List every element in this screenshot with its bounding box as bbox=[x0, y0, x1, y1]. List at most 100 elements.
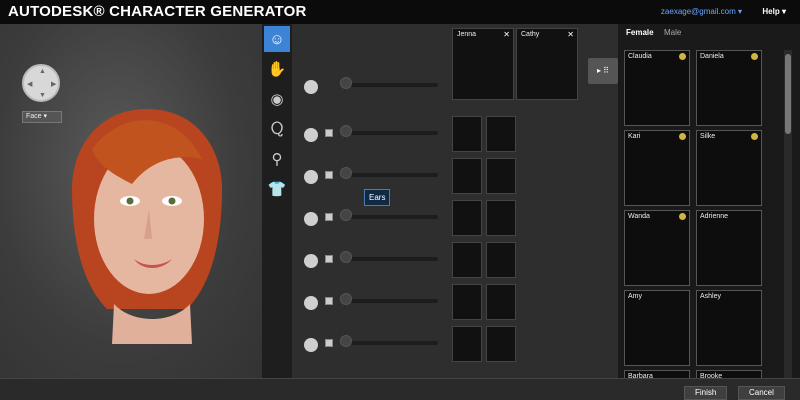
close-icon[interactable]: ✕ bbox=[567, 30, 574, 39]
down-arrow-icon[interactable]: ▼ bbox=[39, 92, 46, 99]
preset-name: Daniela bbox=[700, 53, 724, 60]
thumbnail-slot[interactable] bbox=[452, 242, 482, 278]
slider-track[interactable] bbox=[342, 299, 438, 303]
blend-source-name: Cathy bbox=[521, 31, 540, 38]
preset-card[interactable]: Wanda bbox=[624, 210, 690, 286]
right-arrow-icon[interactable]: ▶ bbox=[51, 80, 56, 88]
thumbnail-slot[interactable] bbox=[452, 116, 482, 152]
checkbox[interactable] bbox=[325, 129, 333, 137]
preset-scrollbar[interactable] bbox=[784, 50, 792, 378]
left-arrow-icon[interactable]: ◀ bbox=[27, 80, 32, 88]
hair-tool[interactable]: Ⴍ bbox=[264, 116, 290, 142]
category-toolbar: ☺ ✋ ◉ Ⴍ ⚲ 👕 bbox=[262, 24, 292, 378]
thumbnail-slot[interactable] bbox=[486, 284, 516, 320]
body-tool[interactable]: ⚲ bbox=[264, 146, 290, 172]
eye-icon: ◉ bbox=[270, 91, 284, 108]
thumbnail-slot[interactable] bbox=[486, 116, 516, 152]
preset-card[interactable]: Kari bbox=[624, 130, 690, 206]
warning-icon bbox=[751, 133, 758, 140]
preset-card[interactable]: Ashley bbox=[696, 290, 762, 366]
warning-icon bbox=[751, 53, 758, 60]
scrollbar-thumb[interactable] bbox=[785, 54, 791, 134]
checkbox[interactable] bbox=[325, 213, 333, 221]
slider-track[interactable] bbox=[342, 83, 438, 87]
slider-knob[interactable] bbox=[340, 77, 352, 89]
character-avatar[interactable] bbox=[52, 99, 242, 349]
slider-track[interactable] bbox=[342, 257, 438, 261]
thumbnail-slot[interactable] bbox=[452, 284, 482, 320]
neck-shape bbox=[112, 304, 192, 344]
eyes-tool[interactable]: ◉ bbox=[264, 86, 290, 112]
account-menu[interactable]: zaexage@gmail.com ▾ bbox=[661, 7, 742, 16]
slider-knob[interactable] bbox=[340, 293, 352, 305]
warning-icon bbox=[679, 133, 686, 140]
face-icon: ☺ bbox=[269, 30, 285, 48]
app-title: AUTODESK® CHARACTER GENERATOR bbox=[8, 3, 307, 20]
clothing-tool[interactable]: 👕 bbox=[264, 176, 290, 202]
slider-row bbox=[292, 68, 618, 110]
warning-icon bbox=[679, 53, 686, 60]
mask-icon bbox=[304, 254, 318, 268]
head-icon bbox=[304, 80, 318, 94]
slider-knob[interactable] bbox=[340, 251, 352, 263]
preset-name: Claudia bbox=[628, 53, 652, 60]
preset-card[interactable]: Adrienne bbox=[696, 210, 762, 286]
top-bar: AUTODESK® CHARACTER GENERATOR zaexage@gm… bbox=[0, 0, 800, 24]
morph-panel: Jenna ✕ Cathy ✕ ▸ ⠿ bbox=[292, 24, 618, 378]
checkbox[interactable] bbox=[325, 297, 333, 305]
slider-knob[interactable] bbox=[340, 125, 352, 137]
preset-name: Silke bbox=[700, 133, 716, 140]
close-icon[interactable]: ✕ bbox=[503, 30, 510, 39]
clothing-icon: 👕 bbox=[267, 181, 287, 198]
face-tool[interactable]: ☺ bbox=[264, 26, 290, 52]
camera-navigation-control[interactable]: ▲ ▼ ◀ ▶ bbox=[22, 64, 60, 102]
hand-icon: ✋ bbox=[267, 61, 287, 78]
thumbnail-slot[interactable] bbox=[486, 158, 516, 194]
mask-icon bbox=[304, 170, 318, 184]
slider-track[interactable] bbox=[342, 131, 438, 135]
thumbnail-slot[interactable] bbox=[452, 326, 482, 362]
preset-card[interactable]: Amy bbox=[624, 290, 690, 366]
cancel-button[interactable]: Cancel bbox=[738, 386, 785, 400]
up-arrow-icon[interactable]: ▲ bbox=[39, 68, 46, 75]
checkbox[interactable] bbox=[325, 339, 333, 347]
3d-viewport[interactable]: ▲ ▼ ◀ ▶ Face ▾ bbox=[0, 24, 262, 378]
preset-name: Adrienne bbox=[700, 213, 729, 220]
thumbnail-slot[interactable] bbox=[486, 242, 516, 278]
mask-icon bbox=[304, 212, 318, 226]
hands-tool[interactable]: ✋ bbox=[264, 56, 290, 82]
preset-name: Kari bbox=[628, 133, 641, 140]
slider-knob[interactable] bbox=[340, 335, 352, 347]
preset-name: Wanda bbox=[628, 213, 650, 220]
mask-icon bbox=[304, 296, 318, 310]
thumbnail-slot[interactable] bbox=[452, 158, 482, 194]
preset-card[interactable]: Claudia bbox=[624, 50, 690, 126]
checkbox[interactable] bbox=[325, 255, 333, 263]
finish-button[interactable]: Finish bbox=[684, 386, 728, 400]
preset-name: Amy bbox=[628, 293, 642, 300]
slider-track[interactable] bbox=[342, 173, 438, 177]
warning-icon bbox=[679, 213, 686, 220]
slider-knob[interactable] bbox=[340, 167, 352, 179]
tab-female[interactable]: Female bbox=[626, 28, 654, 37]
checkbox[interactable] bbox=[325, 171, 333, 179]
tab-male[interactable]: Male bbox=[664, 28, 681, 37]
preset-name: Ashley bbox=[700, 293, 722, 300]
slider-knob[interactable] bbox=[340, 209, 352, 221]
mask-icon bbox=[304, 128, 318, 142]
thumbnail-slot[interactable] bbox=[486, 200, 516, 236]
body-icon: ⚲ bbox=[271, 151, 283, 168]
bottom-bar: Finish Cancel bbox=[0, 378, 800, 400]
blend-source-name: Jenna bbox=[457, 31, 477, 38]
preset-panel: Female Male Claudia Daniela Kari Silke W… bbox=[618, 24, 800, 400]
preset-card[interactable]: Silke bbox=[696, 130, 762, 206]
slider-track[interactable] bbox=[342, 215, 438, 219]
thumbnail-slot[interactable] bbox=[452, 200, 482, 236]
mask-icon bbox=[304, 338, 318, 352]
slider-track[interactable] bbox=[342, 341, 438, 345]
tooltip: Ears bbox=[364, 189, 391, 206]
preset-card[interactable]: Daniela bbox=[696, 50, 762, 126]
help-menu[interactable]: Help ▾ bbox=[762, 7, 786, 16]
thumbnail-slot[interactable] bbox=[486, 326, 516, 362]
hair-icon: Ⴍ bbox=[270, 121, 284, 138]
